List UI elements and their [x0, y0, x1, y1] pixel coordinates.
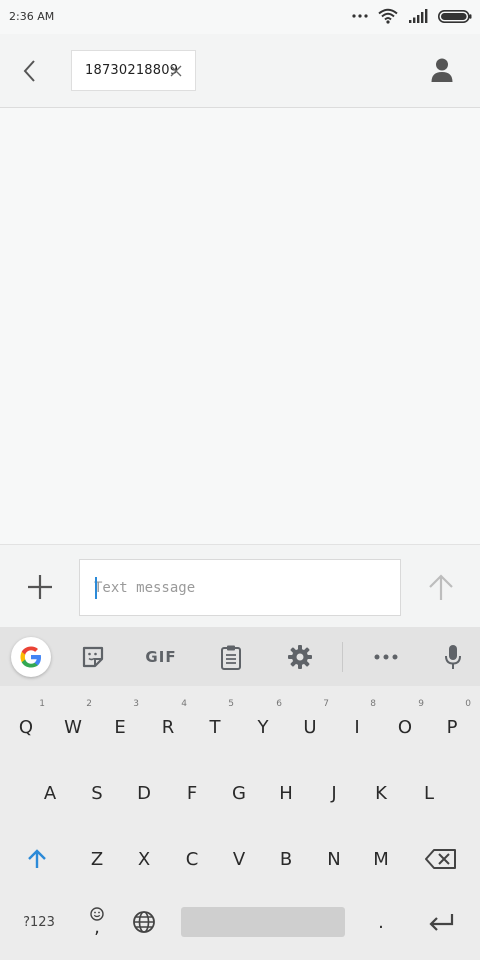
key-t[interactable]: 5T: [194, 699, 236, 749]
enter-key[interactable]: [418, 901, 464, 943]
keyboard-toolbar: GIF: [0, 627, 480, 686]
key-s[interactable]: S: [76, 771, 118, 815]
sticker-icon: [82, 646, 104, 668]
key-d[interactable]: D: [123, 771, 165, 815]
google-search-button[interactable]: [11, 637, 51, 677]
key-j[interactable]: J: [313, 771, 355, 815]
key-o[interactable]: 9O: [384, 699, 426, 749]
google-g-icon: [20, 646, 41, 668]
shift-arrow-icon: [28, 849, 46, 868]
key-x[interactable]: X: [123, 837, 165, 881]
enter-arrow-icon: [429, 914, 454, 931]
key-l[interactable]: L: [408, 771, 450, 815]
message-input[interactable]: [79, 559, 401, 616]
gif-button[interactable]: GIF: [143, 641, 179, 673]
gear-icon: [288, 645, 312, 669]
clipboard-button[interactable]: [218, 641, 244, 673]
more-dots-icon: [374, 654, 398, 660]
key-g[interactable]: G: [218, 771, 260, 815]
toolbar-divider: [342, 642, 343, 672]
back-arrow-icon: [23, 60, 35, 82]
conversation-header: 18730218809: [0, 34, 480, 108]
shift-key[interactable]: [14, 837, 60, 881]
status-bar: 2:36 AM: [0, 0, 480, 34]
key-c[interactable]: C: [171, 837, 213, 881]
key-h[interactable]: H: [265, 771, 307, 815]
key-q[interactable]: 1Q: [5, 699, 47, 749]
backspace-icon: [425, 849, 456, 869]
key-i[interactable]: 8I: [336, 699, 378, 749]
period-key[interactable]: .: [360, 901, 402, 943]
key-r[interactable]: 4R: [147, 699, 189, 749]
more-button[interactable]: [372, 641, 400, 673]
close-icon[interactable]: [169, 64, 183, 78]
key-m[interactable]: M: [360, 837, 402, 881]
settings-button[interactable]: [286, 641, 314, 673]
wifi-icon: [378, 8, 398, 24]
battery-icon: [438, 9, 472, 23]
gif-label: GIF: [145, 648, 177, 666]
status-time: 2:36 AM: [9, 10, 55, 23]
key-a[interactable]: A: [29, 771, 71, 815]
status-icons: [352, 8, 472, 24]
signal-icon: [409, 9, 428, 23]
more-dots-icon: [352, 14, 368, 18]
comma-emoji-key[interactable]: ,: [76, 899, 118, 943]
recipient-number: 18730218809: [85, 63, 179, 78]
conversation-area: [0, 108, 480, 544]
key-n[interactable]: N: [313, 837, 355, 881]
microphone-icon: [445, 645, 461, 669]
recipient-chip[interactable]: 18730218809: [71, 50, 196, 91]
compose-bar: [0, 544, 480, 627]
globe-icon: [133, 911, 155, 933]
key-k[interactable]: K: [360, 771, 402, 815]
key-z[interactable]: Z: [76, 837, 118, 881]
key-f[interactable]: F: [171, 771, 213, 815]
plus-icon[interactable]: [24, 571, 56, 603]
language-key[interactable]: [124, 901, 164, 943]
clipboard-icon: [221, 645, 241, 670]
send-arrow-icon[interactable]: [426, 573, 456, 603]
back-button[interactable]: [14, 56, 44, 86]
key-b[interactable]: B: [265, 837, 307, 881]
text-cursor: [95, 577, 97, 599]
backspace-key[interactable]: [418, 837, 464, 881]
key-e[interactable]: 3E: [99, 699, 141, 749]
key-v[interactable]: V: [218, 837, 260, 881]
voice-input-button[interactable]: [442, 641, 464, 673]
symbols-key[interactable]: ?123: [14, 901, 64, 943]
keyboard: GIF 1Q 2W 3E 4R 5T 6Y 7U 8I 9O 0P A S D …: [0, 627, 480, 960]
key-y[interactable]: 6Y: [242, 699, 284, 749]
person-icon[interactable]: [430, 57, 454, 83]
key-u[interactable]: 7U: [289, 699, 331, 749]
space-key[interactable]: [181, 907, 345, 937]
sticker-button[interactable]: [79, 641, 107, 673]
key-p[interactable]: 0P: [431, 699, 473, 749]
key-w[interactable]: 2W: [52, 699, 94, 749]
